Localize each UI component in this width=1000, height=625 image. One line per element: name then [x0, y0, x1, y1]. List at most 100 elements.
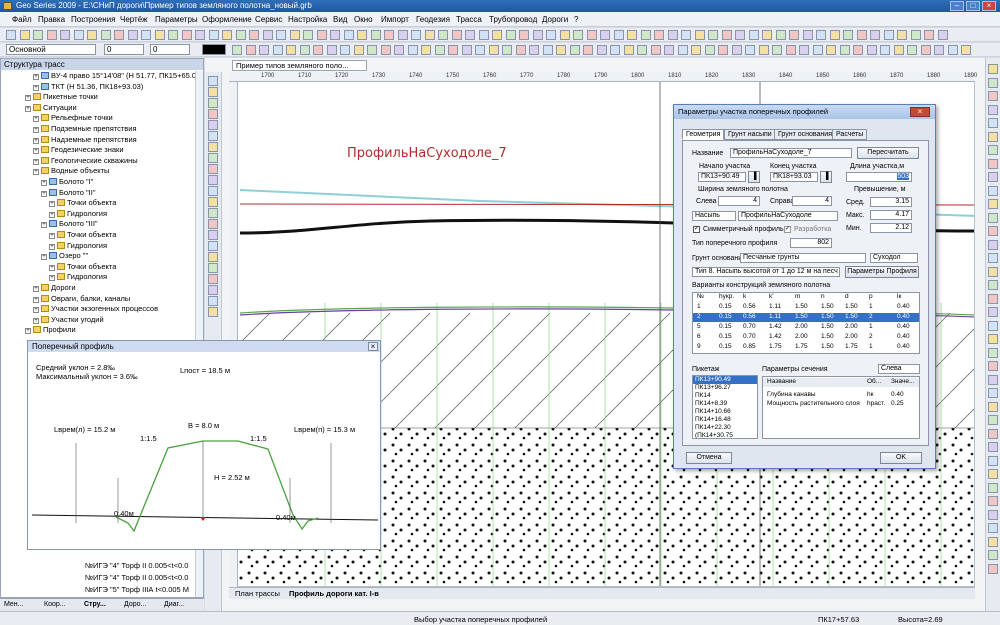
toolbar-tool-icon[interactable] [488, 45, 499, 55]
tree-item[interactable]: + Дороги [33, 283, 76, 292]
development-checkbox[interactable]: ✓ [784, 226, 791, 233]
table-row[interactable]: 1 0.15 0.56 1.11 1.50 1.50 1.50 1 0.40 [693, 303, 919, 312]
document-tab[interactable]: Пример типов земляного поло... [232, 60, 367, 71]
list-item[interactable]: ПК14 [693, 392, 757, 400]
vertical-tool-icon[interactable] [208, 296, 218, 306]
vertical-tool-icon[interactable] [208, 175, 218, 185]
toolbar-tool-icon[interactable] [502, 45, 512, 55]
expand-icon[interactable]: + [41, 254, 47, 261]
toolbar-tool-icon[interactable] [60, 30, 70, 40]
color-swatch[interactable] [202, 44, 226, 55]
toolbar-tool-icon[interactable] [232, 45, 242, 55]
vertical-tool-icon[interactable] [208, 230, 218, 240]
toolbar-tool-icon[interactable] [694, 30, 705, 40]
right-tool-icon[interactable] [988, 77, 998, 88]
right-tool-icon[interactable] [988, 388, 998, 398]
toolbar-tool-icon[interactable] [262, 30, 273, 40]
toolbar-tool-icon[interactable] [839, 45, 850, 55]
toolbar-tool-icon[interactable] [640, 30, 651, 40]
right-tool-icon[interactable] [988, 536, 998, 547]
close-icon[interactable]: × [368, 342, 378, 351]
expand-icon[interactable]: + [33, 169, 39, 176]
expand-icon[interactable]: + [49, 264, 55, 271]
min-field[interactable]: 2.12 [870, 223, 912, 233]
toolbar-tool-icon[interactable] [505, 30, 516, 40]
tree-item[interactable]: + Точки объекта [49, 262, 116, 271]
toolbar-tool-icon[interactable] [961, 45, 971, 55]
toolbar-tool-icon[interactable] [829, 30, 840, 40]
sheet-tab-plan[interactable]: План трассы [235, 589, 280, 598]
toolbar-tool-icon[interactable] [596, 45, 607, 55]
toolbar-tool-icon[interactable] [897, 30, 907, 40]
toolbar-tool-icon[interactable] [583, 45, 593, 55]
toolbar-tool-icon[interactable] [573, 30, 583, 40]
close-button[interactable]: × [982, 1, 996, 11]
toolbar-tool-icon[interactable] [127, 30, 138, 40]
right-tool-icon[interactable] [988, 131, 998, 142]
toolbar-tool-icon[interactable] [812, 45, 823, 55]
right-tool-icon[interactable] [988, 415, 998, 425]
left-width-field[interactable]: 4 [718, 196, 760, 206]
tree-item[interactable]: + Озеро "" [41, 251, 88, 261]
toolbar-tool-icon[interactable] [883, 30, 894, 40]
toolbar-tool-icon[interactable] [586, 30, 597, 40]
vertical-tool-icon[interactable] [208, 252, 218, 262]
toolbar-tool-icon[interactable] [313, 45, 323, 55]
vertical-tool-icon[interactable] [208, 186, 218, 196]
menu-params[interactable]: Параметры [155, 15, 198, 24]
toolbar-tool-icon[interactable] [259, 45, 269, 55]
toolbar-tool-icon[interactable] [276, 30, 286, 40]
right-tool-icon[interactable] [988, 91, 998, 101]
toolbar-tool-icon[interactable] [775, 30, 786, 40]
toolbar-tool-icon[interactable] [370, 30, 381, 40]
menu-roads[interactable]: Дороги [542, 15, 568, 24]
right-tool-icon[interactable] [988, 550, 998, 560]
toolbar-tool-icon[interactable] [627, 30, 637, 40]
avg-field[interactable]: 3.15 [870, 197, 912, 207]
toolbar-tool-icon[interactable] [907, 45, 917, 55]
vertical-tool-icon[interactable] [208, 241, 218, 251]
right-tool-icon[interactable] [988, 118, 998, 128]
toolbar-tool-icon[interactable] [326, 45, 337, 55]
vertical-tool-icon[interactable] [208, 263, 218, 273]
expand-icon[interactable]: + [33, 158, 39, 165]
section-side-select[interactable]: Слева [878, 364, 920, 374]
toolbar-tool-icon[interactable] [316, 30, 327, 40]
menu-settings[interactable]: Настройка [288, 15, 327, 24]
toolbar-tool-icon[interactable] [731, 45, 742, 55]
list-item[interactable]: ПК14+16.48 [693, 416, 757, 424]
toolbar-tool-icon[interactable] [421, 45, 431, 55]
maximize-button[interactable]: □ [966, 1, 980, 11]
tree-item[interactable]: + Точки объекта [49, 230, 116, 239]
right-tool-icon[interactable] [988, 469, 998, 479]
vertical-tool-icon[interactable] [208, 76, 218, 86]
right-tool-icon[interactable] [988, 320, 998, 331]
tree-item[interactable]: + Геодезические знаки [33, 145, 124, 155]
toolbar-tool-icon[interactable] [289, 30, 300, 40]
toolbar-tool-icon[interactable] [73, 30, 84, 40]
expand-icon[interactable]: + [33, 296, 39, 303]
toolbar-tool-icon[interactable] [245, 45, 256, 55]
list-item[interactable]: ПК14+10.66 [693, 408, 757, 416]
tree-item[interactable]: + Точки объекта [49, 198, 116, 208]
expand-icon[interactable]: + [41, 222, 47, 229]
toolbar-tool-icon[interactable] [438, 30, 448, 40]
tree-item[interactable]: + Ситуации [25, 103, 77, 112]
toolbar-tool-icon[interactable] [303, 30, 313, 40]
vertical-tool-icon[interactable] [208, 274, 218, 284]
toolbar-tool-icon[interactable] [33, 30, 43, 40]
toolbar-tool-icon[interactable] [802, 30, 813, 40]
toolbar-tool-icon[interactable] [826, 45, 836, 55]
expand-icon[interactable]: + [41, 190, 47, 197]
right-tool-icon[interactable] [988, 347, 998, 358]
expand-icon[interactable]: + [33, 317, 39, 324]
menu-geodesy[interactable]: Геодезия [416, 15, 450, 24]
type-field[interactable]: 802 [790, 238, 832, 248]
section-params-table[interactable]: Название Об... Значе... Глубина канавы hк 0.4… [762, 376, 920, 439]
toolbar-tool-icon[interactable] [816, 30, 826, 40]
menu-build[interactable]: Построения [71, 15, 115, 24]
list-item[interactable]: ПК14+8.39 [693, 400, 757, 408]
toolbar-tool-icon[interactable] [397, 30, 408, 40]
right-tool-icon[interactable] [988, 361, 998, 371]
toolbar-tool-icon[interactable] [610, 45, 620, 55]
